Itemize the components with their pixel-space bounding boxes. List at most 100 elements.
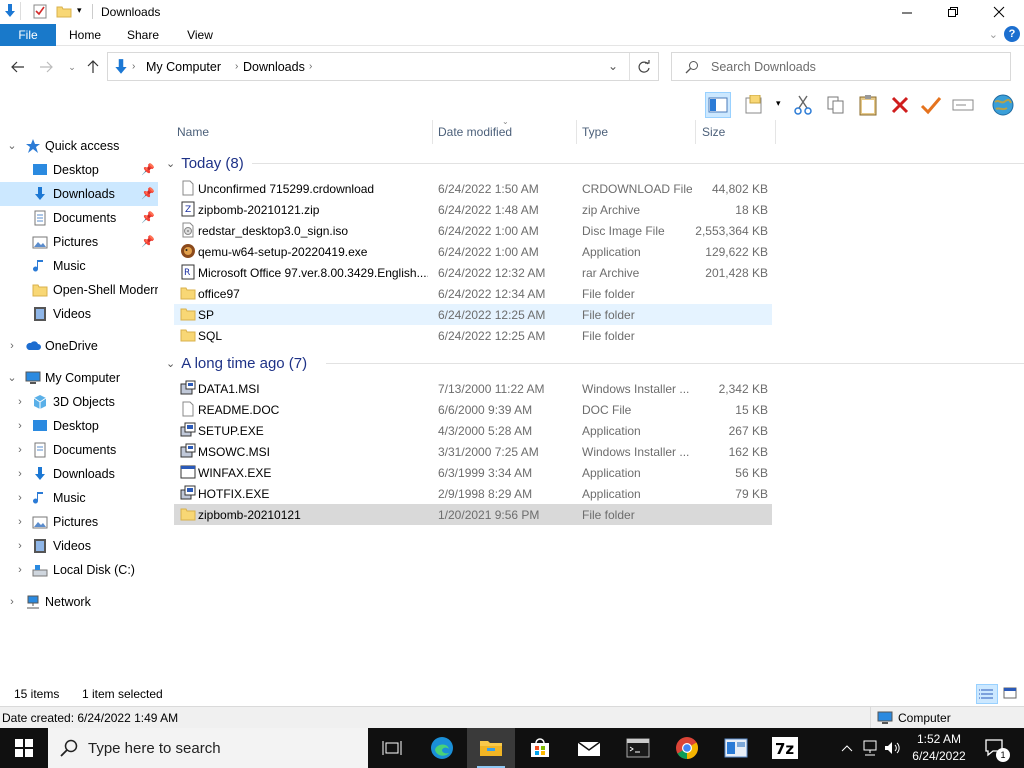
table-row[interactable]: README.DOC 6/6/2000 9:39 AM DOC File 15 … xyxy=(174,399,772,420)
table-row[interactable]: HOTFIX.EXE 2/9/1998 8:29 AM Application … xyxy=(174,483,772,504)
task-view-button[interactable] xyxy=(368,728,416,768)
network-tray-button[interactable] xyxy=(860,728,880,768)
nav-quick-pictures[interactable]: Pictures 📌 xyxy=(0,230,158,254)
tab-share[interactable]: Share xyxy=(120,24,166,46)
chevron-right-icon[interactable]: › xyxy=(14,492,26,504)
nav-quick-desktop[interactable]: Desktop 📌 xyxy=(0,158,158,182)
chevron-right-icon[interactable]: › xyxy=(14,444,26,456)
internet-button[interactable] xyxy=(990,92,1016,118)
table-row[interactable]: Z zipbomb-20210121.zip 6/24/2022 1:48 AM… xyxy=(174,199,772,220)
column-header-size[interactable]: Size xyxy=(702,120,776,144)
column-header-type[interactable]: Type xyxy=(582,120,696,144)
help-icon[interactable]: ? xyxy=(1004,26,1020,42)
navigation-pane-button[interactable] xyxy=(705,92,731,118)
table-row[interactable]: qemu-w64-setup-20220419.exe 6/24/2022 1:… xyxy=(174,241,772,262)
nav-pc-videos[interactable]: › Videos xyxy=(0,534,158,558)
chevron-down-icon[interactable]: ⌄ xyxy=(6,372,18,384)
taskbar-terminal[interactable] xyxy=(614,728,662,768)
expand-ribbon-icon[interactable]: ⌄ xyxy=(989,28,998,41)
rename-button[interactable] xyxy=(950,92,976,118)
nav-quick-access[interactable]: ⌄ Quick access xyxy=(0,134,158,158)
nav-pc-pictures[interactable]: › Pictures xyxy=(0,510,158,534)
paste-button[interactable] xyxy=(855,92,881,118)
nav-pc-local-disk[interactable]: › Local Disk (C:) xyxy=(0,558,158,582)
taskbar-search[interactable]: Type here to search xyxy=(48,728,368,768)
clock[interactable]: 1:52 AM 6/24/2022 xyxy=(898,731,980,765)
show-hidden-icons-button[interactable] xyxy=(838,728,856,768)
taskbar-store[interactable] xyxy=(516,728,564,768)
nav-pc-desktop[interactable]: › Desktop xyxy=(0,414,158,438)
table-row[interactable]: SETUP.EXE 4/3/2000 5:28 AM Application 2… xyxy=(174,420,772,441)
nav-pc-downloads[interactable]: › Downloads xyxy=(0,462,158,486)
new-folder-icon[interactable] xyxy=(56,3,72,19)
chevron-right-icon[interactable]: › xyxy=(14,396,26,408)
table-row[interactable]: redstar_desktop3.0_sign.iso 6/24/2022 1:… xyxy=(174,220,772,241)
large-icons-view-button[interactable] xyxy=(1000,684,1022,704)
nav-pc-music[interactable]: › Music xyxy=(0,486,158,510)
chevron-down-icon[interactable]: ⌄ xyxy=(6,140,18,152)
close-button[interactable] xyxy=(976,0,1022,24)
nav-quick-open-shell[interactable]: Open-Shell Modern xyxy=(0,278,158,302)
breadcrumb-my-computer[interactable]: My Computer xyxy=(146,60,221,74)
tab-home[interactable]: Home xyxy=(62,24,108,46)
tab-view[interactable]: View xyxy=(178,24,222,46)
table-row[interactable]: WINFAX.EXE 6/3/1999 3:34 AM Application … xyxy=(174,462,772,483)
address-bar[interactable]: › My Computer › Downloads › ⌄ xyxy=(107,52,659,81)
recent-locations-button[interactable]: ⌄ xyxy=(64,59,80,75)
chevron-right-icon[interactable]: › xyxy=(14,564,26,576)
breadcrumb-downloads[interactable]: Downloads xyxy=(243,60,305,74)
table-row[interactable]: SQL 6/24/2022 12:25 AM File folder xyxy=(174,325,772,346)
table-row[interactable]: Unconfirmed 715299.crdownload 6/24/2022 … xyxy=(174,178,772,199)
taskbar-chrome[interactable] xyxy=(663,728,711,768)
maximize-button[interactable] xyxy=(930,0,976,24)
properties-button[interactable] xyxy=(918,92,944,118)
notifications-button[interactable]: 1 xyxy=(980,728,1010,768)
group-header-long-ago[interactable]: ⌄ A long time ago (7) xyxy=(166,353,1024,373)
taskbar-file-explorer[interactable] xyxy=(467,728,515,768)
column-header-name[interactable]: Name xyxy=(177,120,433,144)
taskbar-mail[interactable] xyxy=(565,728,613,768)
nav-quick-music[interactable]: Music xyxy=(0,254,158,278)
chevron-right-icon[interactable]: › xyxy=(14,420,26,432)
customize-qat-icon[interactable]: ▾ xyxy=(77,5,82,16)
taskbar-edge[interactable] xyxy=(418,728,466,768)
taskbar-7zip[interactable]: 7z xyxy=(761,728,809,768)
nav-onedrive[interactable]: › OneDrive xyxy=(0,334,158,358)
nav-network[interactable]: › Network xyxy=(0,590,158,614)
down-arrow-icon[interactable] xyxy=(2,3,18,19)
chevron-right-icon[interactable]: › xyxy=(14,468,26,480)
search-box[interactable]: Search Downloads xyxy=(671,52,1011,81)
address-dropdown-icon[interactable]: ⌄ xyxy=(608,59,618,73)
table-row[interactable]: MSOWC.MSI 3/31/2000 7:25 AM Windows Inst… xyxy=(174,441,772,462)
back-button[interactable] xyxy=(10,59,26,75)
nav-quick-documents[interactable]: Documents 📌 xyxy=(0,206,158,230)
chevron-right-icon[interactable]: › xyxy=(6,340,18,352)
view-dropdown-icon[interactable]: ▾ xyxy=(776,98,781,109)
nav-pc-3d-objects[interactable]: › 3D Objects xyxy=(0,390,158,414)
nav-my-computer[interactable]: ⌄ My Computer xyxy=(0,366,158,390)
delete-button[interactable] xyxy=(887,92,913,118)
cut-button[interactable] xyxy=(790,92,816,118)
start-button[interactable] xyxy=(0,728,48,768)
chevron-right-icon[interactable]: › xyxy=(14,516,26,528)
chevron-right-icon[interactable]: › xyxy=(14,540,26,552)
details-view-button[interactable] xyxy=(976,684,998,704)
tab-file[interactable]: File xyxy=(0,24,56,46)
refresh-icon[interactable] xyxy=(637,60,651,74)
group-header-today[interactable]: ⌄ Today (8) xyxy=(166,153,1024,173)
forward-button[interactable] xyxy=(38,59,54,75)
up-button[interactable] xyxy=(85,59,101,75)
chevron-right-icon[interactable]: › xyxy=(6,596,18,608)
properties-icon[interactable] xyxy=(32,3,48,19)
view-options-button[interactable] xyxy=(742,92,768,118)
table-row[interactable]: R Microsoft Office 97.ver.8.00.3429.Engl… xyxy=(174,262,772,283)
table-row-selected[interactable]: zipbomb-20210121 1/20/2021 9:56 PM File … xyxy=(174,504,772,525)
table-row[interactable]: SP 6/24/2022 12:25 AM File folder xyxy=(174,304,772,325)
table-row[interactable]: DATA1.MSI 7/13/2000 11:22 AM Windows Ins… xyxy=(174,378,772,399)
minimize-button[interactable] xyxy=(884,0,930,24)
nav-pc-documents[interactable]: › Documents xyxy=(0,438,158,462)
column-header-date[interactable]: Date modified ⌄ xyxy=(438,117,576,144)
copy-button[interactable] xyxy=(823,92,849,118)
nav-quick-downloads[interactable]: Downloads 📌 xyxy=(0,182,158,206)
nav-quick-videos[interactable]: Videos xyxy=(0,302,158,326)
